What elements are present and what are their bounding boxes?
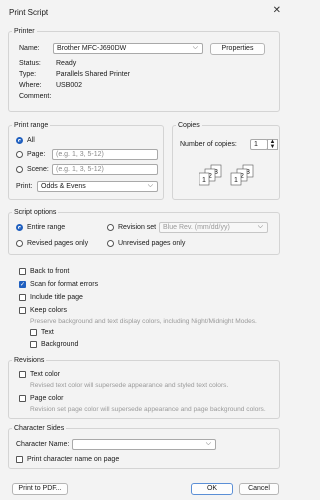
unrevised-pages-only-radio[interactable]: [107, 240, 114, 247]
revised-pages-only-label: Revised pages only: [27, 240, 89, 247]
scene-radio[interactable]: [16, 166, 23, 173]
where-value: USB002: [56, 82, 83, 89]
print-range-legend: Print range: [14, 122, 49, 129]
copies-legend: Copies: [178, 122, 200, 129]
printer-name-value: Brother MFC-J690DW: [57, 45, 127, 52]
scene-placeholder: (e.g. 1, 3, 5-12): [56, 166, 104, 173]
print-label: Print:: [16, 183, 33, 190]
scan-for-format-errors-label: Scan for format errors: [30, 281, 99, 288]
chevron-down-icon: ⌵: [192, 44, 198, 51]
page-label: Page:: [27, 151, 46, 158]
chevron-down-icon: ⌵: [205, 440, 211, 447]
close-icon[interactable]: ✕: [273, 5, 281, 16]
printer-name-label: Name:: [19, 45, 40, 52]
text-color-label: Text color: [30, 371, 60, 378]
print-to-pdf-button[interactable]: Print to PDF...: [12, 483, 68, 495]
type-label: Type:: [19, 71, 37, 78]
entire-range-label: Entire range: [27, 224, 66, 231]
print-character-name-checkbox[interactable]: [16, 456, 23, 463]
text-color-description: Revised text color will supersede appear…: [30, 382, 229, 389]
status-value: Ready: [56, 60, 77, 67]
keep-colors-description: Preserve background and text display col…: [30, 318, 257, 325]
copies-value: 1: [254, 141, 258, 148]
script-options-legend: Script options: [14, 209, 57, 216]
cancel-button[interactable]: Cancel: [239, 483, 279, 495]
copies-group: Copies: [172, 122, 280, 200]
unrevised-pages-only-label: Unrevised pages only: [118, 240, 186, 247]
print-character-name-label: Print character name on page: [27, 456, 120, 463]
character-name-select[interactable]: ⌵: [72, 439, 216, 450]
background-label: Background: [41, 341, 79, 348]
background-checkbox[interactable]: [30, 341, 37, 348]
number-of-copies-label: Number of copies:: [180, 141, 237, 148]
printer-name-select[interactable]: Brother MFC-J690DW ⌵: [53, 43, 203, 54]
page-color-description: Revision set page color will supersede a…: [30, 406, 266, 413]
chevron-down-icon: ⌵: [257, 223, 263, 230]
revisions-legend: Revisions: [14, 357, 45, 364]
character-sides-legend: Character Sides: [14, 425, 65, 432]
page-color-label: Page color: [30, 395, 64, 402]
text-label: Text: [41, 329, 54, 336]
scene-input[interactable]: (e.g. 1, 3, 5-12): [52, 164, 158, 175]
back-to-front-checkbox[interactable]: [19, 268, 26, 275]
all-radio[interactable]: [16, 137, 23, 144]
type-value: Parallels Shared Printer: [56, 71, 130, 78]
print-select[interactable]: Odds & Evens ⌵: [37, 181, 158, 192]
properties-button[interactable]: Properties: [210, 43, 265, 55]
keep-colors-checkbox[interactable]: [19, 307, 26, 314]
comment-label: Comment:: [19, 93, 52, 100]
printer-legend: Printer: [14, 28, 35, 35]
page-placeholder: (e.g. 1, 3, 5-12): [56, 151, 104, 158]
all-label: All: [27, 137, 35, 144]
scene-label: Scene:: [27, 166, 49, 173]
collate-icon: 3 2 1 3 2 1: [199, 164, 254, 186]
back-to-front-label: Back to front: [30, 268, 70, 275]
svg-text:1: 1: [234, 177, 238, 184]
page-input[interactable]: (e.g. 1, 3, 5-12): [52, 149, 158, 160]
include-title-page-label: Include title page: [30, 294, 83, 301]
where-label: Where:: [19, 82, 42, 89]
text-checkbox[interactable]: [30, 329, 37, 336]
revision-set-select[interactable]: Blue Rev. (mm/dd/yy) ⌵: [159, 222, 268, 233]
revision-set-value: Blue Rev. (mm/dd/yy): [163, 224, 230, 231]
status-label: Status:: [19, 60, 41, 67]
copies-stepper[interactable]: ▲ ▼: [267, 139, 278, 150]
scan-for-format-errors-checkbox[interactable]: ✓: [19, 281, 26, 288]
page-radio[interactable]: [16, 151, 23, 158]
copies-input[interactable]: 1: [250, 139, 268, 150]
include-title-page-checkbox[interactable]: [19, 294, 26, 301]
revised-pages-only-radio[interactable]: [16, 240, 23, 247]
character-name-label: Character Name:: [16, 441, 70, 448]
window-title: Print Script: [9, 8, 49, 17]
text-color-checkbox[interactable]: [19, 371, 26, 378]
page-color-checkbox[interactable]: [19, 395, 26, 402]
entire-range-radio[interactable]: [16, 224, 23, 231]
revision-set-label: Revision set: [118, 224, 157, 231]
print-value: Odds & Evens: [41, 183, 86, 190]
chevron-down-icon: ⌵: [147, 182, 153, 189]
ok-button[interactable]: OK: [191, 483, 233, 495]
svg-text:1: 1: [202, 177, 206, 184]
revision-set-radio[interactable]: [107, 224, 114, 231]
keep-colors-label: Keep colors: [30, 307, 67, 314]
